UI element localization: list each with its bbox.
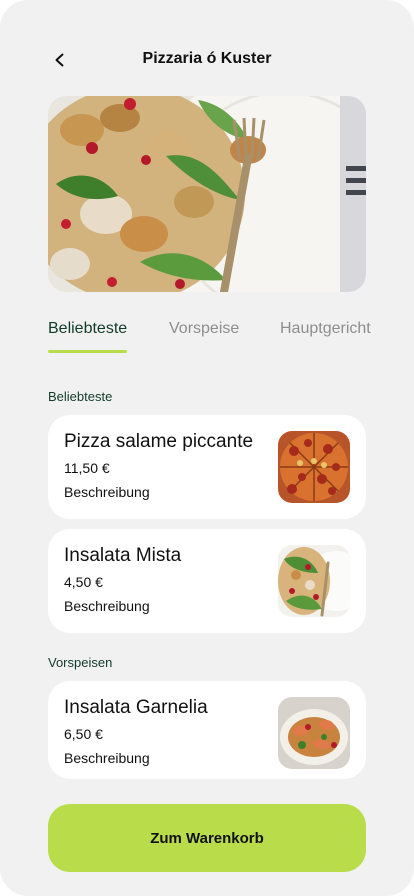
menu-item-card[interactable]: Insalata Garnelia 6,50 € Beschreibung: [48, 681, 366, 779]
tab-hauptgericht[interactable]: Hauptgericht: [280, 320, 371, 338]
menu-item-description: Beschreibung: [64, 750, 150, 766]
category-tabs: Beliebteste Vorspeise Hauptgericht: [48, 320, 388, 356]
tab-beliebteste[interactable]: Beliebteste: [48, 320, 127, 338]
menu-item-name: Insalata Garnelia: [64, 697, 208, 718]
menu-item-price: 6,50 €: [64, 726, 103, 742]
menu-item-card[interactable]: Insalata Mista 4,50 € Beschreibung: [48, 529, 366, 633]
tab-vorspeise[interactable]: Vorspeise: [169, 320, 239, 338]
cart-button[interactable]: Zum Warenkorb: [48, 804, 366, 872]
section-title-beliebteste: Beliebteste: [48, 389, 113, 404]
section-title-vorspeisen: Vorspeisen: [48, 655, 113, 670]
menu-item-description: Beschreibung: [64, 484, 150, 500]
active-tab-indicator: [48, 350, 127, 353]
pizza-thumbnail: [278, 431, 350, 503]
page-title: Pizzaria ó Kuster: [142, 50, 272, 67]
shrimp-thumbnail: [278, 697, 350, 769]
menu-item-description: Beschreibung: [64, 598, 150, 614]
menu-item-card[interactable]: Pizza salame piccante 11,50 € Beschreibu…: [48, 415, 366, 519]
menu-item-name: Pizza salame piccante: [64, 431, 254, 452]
menu-item-price: 11,50 €: [64, 460, 110, 476]
phone-screen: Pizzaria ó Kuster Beliebteste Vorspeise …: [0, 0, 414, 896]
salad-thumbnail: [278, 545, 350, 617]
menu-item-price: 4,50 €: [64, 574, 103, 590]
header: Pizzaria ó Kuster: [0, 40, 414, 80]
restaurant-hero-image: [48, 96, 366, 292]
menu-item-name: Insalata Mista: [64, 545, 182, 566]
